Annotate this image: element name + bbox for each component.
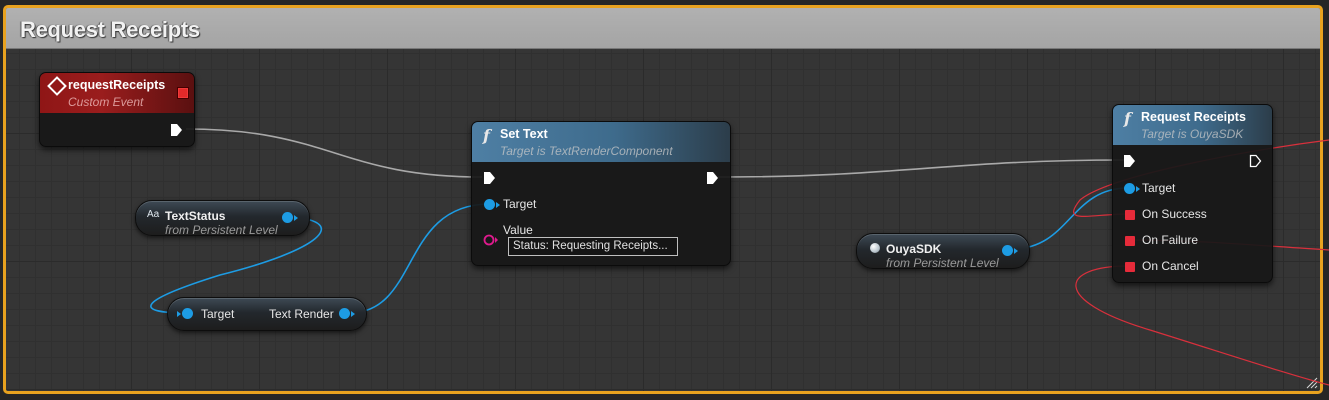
ouya-sdk-output-pin-icon[interactable]	[1002, 245, 1013, 256]
event-node-subtitle: Custom Event	[68, 95, 144, 109]
function-icon: f	[483, 126, 490, 145]
request-receipts-node[interactable]: f Request Receipts Target is OuyaSDK Tar…	[1112, 104, 1273, 283]
text-status-subtitle: from Persistent Level	[165, 223, 278, 237]
comment-title: Request Receipts	[20, 17, 200, 42]
request-target-label: Target	[1142, 181, 1176, 195]
ouya-sdk-variable-node[interactable]: OuyaSDK from Persistent Level	[856, 233, 1030, 270]
set-text-subtitle: Target is TextRenderComponent	[500, 144, 673, 158]
string-pin-icon[interactable]	[483, 234, 499, 246]
text-status-output-pin-icon[interactable]	[282, 212, 293, 223]
text-status-variable-node[interactable]: Aa TextStatus from Persistent Level	[135, 200, 310, 237]
get-target-label: Target	[201, 307, 235, 321]
value-text-field[interactable]: Status: Requesting Receipts...	[508, 237, 678, 256]
get-target-pin-icon[interactable]	[182, 308, 193, 319]
on-success-label: On Success	[1142, 207, 1207, 221]
exec-in-pin-icon[interactable]	[1123, 154, 1136, 168]
target-pin-icon[interactable]	[484, 199, 495, 210]
on-success-delegate-pin-icon[interactable]	[1125, 210, 1135, 220]
exec-out-pin-icon[interactable]	[706, 171, 719, 185]
exec-pin-icon[interactable]	[170, 123, 183, 137]
ouya-sdk-subtitle: from Persistent Level	[886, 256, 999, 270]
text-render-label: Text Render	[269, 307, 334, 321]
set-text-target-label: Target	[503, 197, 537, 211]
set-text-title: Set Text	[500, 127, 548, 141]
custom-event-node[interactable]: requestReceipts Custom Event	[39, 72, 195, 147]
object-sphere-icon	[870, 243, 880, 253]
exec-out-pin-icon[interactable]	[1249, 154, 1262, 168]
exec-in-pin-icon[interactable]	[483, 171, 496, 185]
event-node-header: requestReceipts Custom Event	[40, 73, 194, 113]
comment-title-bar[interactable]: Request Receipts	[6, 8, 1320, 49]
text-render-output-arrow-icon	[351, 311, 355, 317]
set-text-node[interactable]: f Set Text Target is TextRenderComponent…	[471, 121, 731, 266]
on-failure-delegate-pin-icon[interactable]	[1125, 236, 1135, 246]
on-failure-label: On Failure	[1142, 233, 1199, 247]
target-pin-arrow-icon	[496, 202, 500, 208]
delegate-pin-icon[interactable]	[177, 87, 189, 99]
request-target-pin-icon[interactable]	[1124, 183, 1135, 194]
event-diamond-icon	[47, 76, 67, 96]
ouya-sdk-title: OuyaSDK	[886, 242, 942, 256]
text-status-title: TextStatus	[165, 209, 226, 223]
event-node-title: requestReceipts	[68, 78, 166, 92]
set-text-header: f Set Text Target is TextRenderComponent	[472, 122, 730, 162]
request-receipts-header: f Request Receipts Target is OuyaSDK	[1113, 105, 1272, 145]
on-cancel-label: On Cancel	[1142, 259, 1199, 273]
function-icon: f	[1124, 109, 1131, 128]
ouya-sdk-output-arrow-icon	[1014, 248, 1018, 254]
set-text-value-label: Value	[503, 223, 533, 237]
get-text-render-node[interactable]: Target Text Render	[167, 297, 367, 331]
text-type-icon: Aa	[147, 209, 160, 220]
resize-grip-icon[interactable]	[1304, 375, 1318, 389]
on-cancel-delegate-pin-icon[interactable]	[1125, 262, 1135, 272]
text-render-output-pin-icon[interactable]	[339, 308, 350, 319]
request-receipts-title: Request Receipts	[1141, 110, 1246, 124]
request-receipts-subtitle: Target is OuyaSDK	[1141, 127, 1244, 141]
text-status-output-arrow-icon	[294, 215, 298, 221]
get-target-arrow-icon	[177, 311, 181, 317]
request-target-arrow-icon	[1136, 186, 1140, 192]
